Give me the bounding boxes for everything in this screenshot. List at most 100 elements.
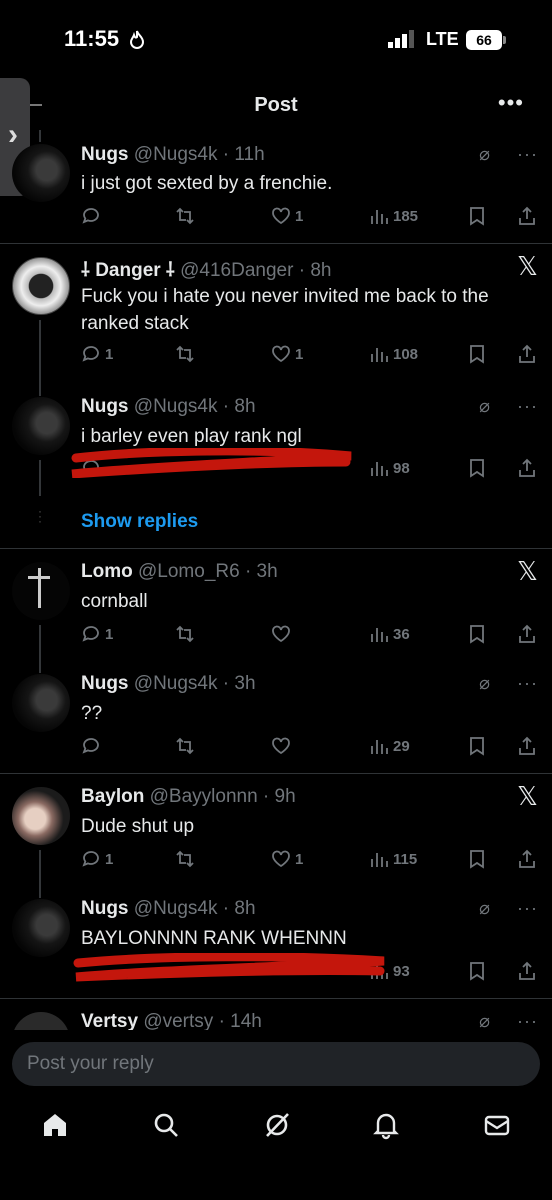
share-button[interactable] xyxy=(517,958,537,984)
repost-button[interactable] xyxy=(175,341,199,367)
avatar[interactable] xyxy=(12,397,70,455)
bookmark-button[interactable] xyxy=(467,341,487,367)
grok-icon[interactable] xyxy=(262,1110,292,1140)
repost-button[interactable] xyxy=(175,846,195,872)
share-button[interactable] xyxy=(517,203,537,229)
reply-button[interactable]: 1 xyxy=(81,621,113,647)
views-icon xyxy=(371,348,388,362)
search-icon[interactable] xyxy=(151,1110,181,1140)
author-name[interactable]: Nugs xyxy=(81,898,129,919)
more-icon[interactable]: ••• xyxy=(498,90,524,116)
more-icon[interactable]: ··· xyxy=(517,673,538,694)
share-icon xyxy=(519,344,535,363)
more-icon[interactable]: ··· xyxy=(517,396,538,417)
author-handle[interactable]: @Nugs4k · 8h xyxy=(134,898,256,919)
tweet-actions: 29 xyxy=(81,733,541,759)
notifications-icon[interactable] xyxy=(371,1110,401,1140)
grok-icon[interactable]: ⌀ xyxy=(479,673,490,694)
author-handle[interactable]: @Bayylonnn · 9h xyxy=(150,786,296,807)
author-name[interactable]: Nugs xyxy=(81,144,129,165)
tweet[interactable]: Nugs @Nugs4k · 3h ⌀ ··· ?? 29 xyxy=(0,660,552,772)
reply-button[interactable]: 1 xyxy=(81,846,113,872)
more-icon[interactable]: ··· xyxy=(517,898,538,919)
grok-icon[interactable]: ⌀ xyxy=(479,898,490,919)
repost-button[interactable] xyxy=(175,621,195,647)
share-icon xyxy=(519,206,535,225)
author-name[interactable]: ⸸ Danger ⸸ xyxy=(81,260,175,281)
tweet[interactable]: Vertsy @vertsy · 14h ⌀ ··· xyxy=(0,998,552,1030)
views-button[interactable]: 98 xyxy=(369,455,410,481)
more-icon[interactable]: ··· xyxy=(517,144,538,165)
views-button[interactable]: 108 xyxy=(369,341,418,367)
author-name[interactable]: Baylon xyxy=(81,786,144,807)
bookmark-button[interactable] xyxy=(467,203,487,229)
more-icon[interactable]: ··· xyxy=(517,1011,538,1030)
share-button[interactable] xyxy=(517,455,537,481)
bookmark-button[interactable] xyxy=(467,621,487,647)
thread-dots: · · · xyxy=(38,504,42,528)
avatar[interactable] xyxy=(12,562,70,620)
like-button[interactable] xyxy=(271,621,291,647)
reply-input[interactable]: Post your reply xyxy=(12,1042,540,1086)
share-button[interactable] xyxy=(517,733,537,759)
views-button[interactable]: 185 xyxy=(369,203,418,229)
author-name[interactable]: Nugs xyxy=(81,396,129,417)
share-icon xyxy=(519,458,535,477)
views-button[interactable]: 36 xyxy=(369,621,410,647)
tweet[interactable]: Nugs @Nugs4k · 11h ⌀ ··· i just got sext… xyxy=(0,130,552,242)
author-handle[interactable]: @vertsy · 14h xyxy=(143,1011,262,1030)
like-button[interactable] xyxy=(271,733,291,759)
avatar[interactable] xyxy=(12,144,70,202)
tweet[interactable]: Baylon @Bayylonnn · 9h 𝕏 Dude shut up 1 … xyxy=(0,773,552,885)
views-icon xyxy=(371,740,388,754)
reply-button[interactable] xyxy=(81,203,105,229)
home-icon[interactable] xyxy=(40,1110,70,1140)
repost-icon xyxy=(176,850,194,868)
share-button[interactable] xyxy=(517,846,537,872)
reply-count: 1 xyxy=(105,625,114,643)
avatar[interactable] xyxy=(12,257,70,315)
tweet[interactable]: Nugs @Nugs4k · 8h ⌀ ··· BAYLONNNN RANK W… xyxy=(0,885,552,997)
grok-icon[interactable]: ⌀ xyxy=(479,144,490,165)
grok-icon[interactable]: ⌀ xyxy=(479,1011,490,1030)
bookmark-button[interactable] xyxy=(467,455,487,481)
tweet[interactable]: ⸸ Danger ⸸ @416Danger · 8h 𝕏 Fuck you i … xyxy=(0,243,552,383)
bookmark-button[interactable] xyxy=(467,958,487,984)
avatar[interactable] xyxy=(12,1012,70,1030)
avatar[interactable] xyxy=(12,787,70,845)
replies-feed[interactable]: Nugs @Nugs4k · 11h ⌀ ··· i just got sext… xyxy=(0,130,552,1030)
tweet[interactable]: Nugs @Nugs4k · 8h ⌀ ··· i barley even pl… xyxy=(0,383,552,543)
like-button[interactable]: 1 xyxy=(271,846,303,872)
like-count: 1 xyxy=(295,345,304,363)
grok-icon[interactable]: ⌀ xyxy=(479,396,490,417)
repost-button[interactable] xyxy=(175,733,195,759)
avatar[interactable] xyxy=(12,899,70,957)
author-handle[interactable]: @Nugs4k · 11h xyxy=(134,144,265,165)
tweet-text: i just got sexted by a frenchie. xyxy=(81,173,333,194)
author-name[interactable]: Lomo xyxy=(81,561,133,582)
bookmark-button[interactable] xyxy=(467,846,487,872)
author-handle[interactable]: @416Danger · 8h xyxy=(180,260,331,281)
author-name[interactable]: Nugs xyxy=(81,673,129,694)
bookmark-button[interactable] xyxy=(467,733,487,759)
bookmark-icon xyxy=(470,850,484,869)
share-button[interactable] xyxy=(517,621,537,647)
share-button[interactable] xyxy=(517,341,537,367)
avatar[interactable] xyxy=(12,674,70,732)
views-button[interactable]: 115 xyxy=(369,846,417,872)
bookmark-icon xyxy=(470,625,484,644)
reply-button[interactable]: 1 xyxy=(81,341,113,367)
like-button[interactable]: 1 xyxy=(271,203,303,229)
views-button[interactable]: 29 xyxy=(369,733,410,759)
repost-button[interactable] xyxy=(175,203,199,229)
messages-icon[interactable] xyxy=(482,1110,512,1140)
show-replies-link[interactable]: Show replies xyxy=(81,511,198,533)
x-logo-icon: 𝕏 xyxy=(517,251,538,281)
author-name[interactable]: Vertsy xyxy=(81,1011,138,1030)
author-handle[interactable]: @Nugs4k · 8h xyxy=(134,396,256,417)
reply-button[interactable] xyxy=(81,733,101,759)
view-count: 98 xyxy=(393,459,410,477)
author-handle[interactable]: @Lomo_R6 · 3h xyxy=(138,561,278,582)
like-button[interactable]: 1 xyxy=(271,341,303,367)
author-handle[interactable]: @Nugs4k · 3h xyxy=(134,673,256,694)
